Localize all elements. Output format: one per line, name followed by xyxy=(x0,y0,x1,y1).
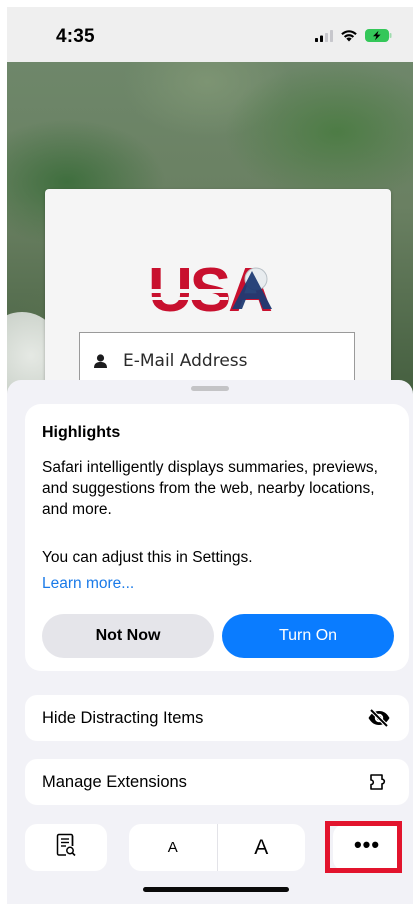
increase-font-button[interactable]: A xyxy=(218,824,306,871)
person-icon xyxy=(94,354,107,368)
page-menu-sheet: Highlights Safari intelligently displays… xyxy=(7,380,413,904)
font-size-control: A A xyxy=(129,824,305,871)
email-input[interactable] xyxy=(123,351,323,371)
learn-more-link[interactable]: Learn more... xyxy=(42,575,134,593)
phone-screen: 4:35 USA E-Mail Address Highlights Safar… xyxy=(7,7,413,904)
highlights-description: Safari intelligently displays summaries,… xyxy=(42,459,378,518)
highlights-settings-note: You can adjust this in Settings. xyxy=(42,549,253,566)
home-indicator[interactable] xyxy=(143,887,289,892)
manage-extensions-button[interactable]: Manage Extensions xyxy=(25,759,409,805)
usa-golf-logo: USA xyxy=(148,256,288,325)
sheet-grabber[interactable] xyxy=(191,386,229,391)
hide-distracting-items-label: Hide Distracting Items xyxy=(42,708,204,727)
status-time: 4:35 xyxy=(56,26,95,47)
manage-extensions-label: Manage Extensions xyxy=(42,772,187,791)
more-options-button[interactable]: ••• xyxy=(333,824,401,871)
webpage-background: USA xyxy=(7,62,413,439)
status-icons xyxy=(315,29,392,47)
more-dots-icon: ••• xyxy=(353,831,381,857)
decrease-font-button[interactable]: A xyxy=(129,824,217,871)
wifi-icon xyxy=(340,29,358,47)
reader-search-button[interactable] xyxy=(25,824,107,871)
highlights-card: Highlights Safari intelligently displays… xyxy=(25,404,409,671)
reader-search-icon xyxy=(56,833,76,862)
cellular-signal-icon xyxy=(315,29,333,47)
turn-on-button[interactable]: Turn On xyxy=(222,614,394,658)
hide-distracting-items-button[interactable]: Hide Distracting Items xyxy=(25,695,409,741)
eye-slash-icon xyxy=(367,709,391,727)
status-bar: 4:35 xyxy=(7,7,413,62)
highlights-title: Highlights xyxy=(42,424,121,441)
not-now-button[interactable]: Not Now xyxy=(42,614,214,658)
battery-charging-icon xyxy=(365,29,392,47)
extension-puzzle-icon xyxy=(369,772,391,792)
